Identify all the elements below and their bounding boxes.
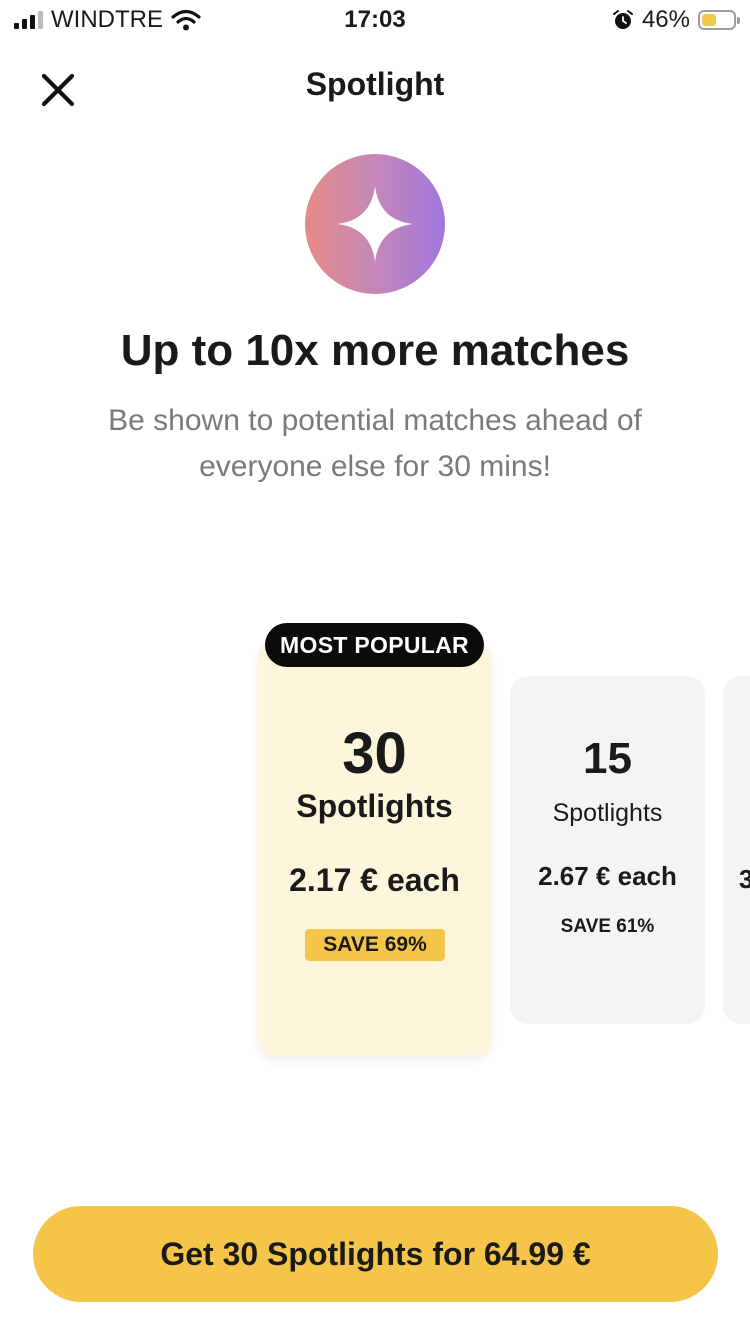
package-count: 15 <box>583 734 632 783</box>
page-title: Spotlight <box>305 66 445 102</box>
alarm-icon <box>612 10 633 29</box>
battery-icon <box>698 10 740 30</box>
sparkle-icon <box>337 186 413 262</box>
save-label: SAVE 61% <box>560 916 655 937</box>
package-price: 2.67 € each <box>538 861 677 891</box>
battery-fill <box>702 14 716 26</box>
package-price-fragment: 3 <box>739 864 750 894</box>
status-bar: WINDTRE 17:03 46% <box>0 0 750 40</box>
package-count: 30 <box>342 721 407 786</box>
purchase-button[interactable]: Get 30 Spotlights for 64.99 € <box>33 1206 718 1302</box>
package-card-15[interactable]: 15 Spotlights 2.67 € each SAVE 61% <box>510 676 705 1024</box>
package-unit: Spotlights <box>296 788 453 824</box>
package-price: 2.17 € each <box>289 862 460 898</box>
battery-percent: 46% <box>641 6 690 33</box>
package-unit: Spotlights <box>552 799 663 827</box>
package-card-partial[interactable]: 3 <box>723 676 750 1024</box>
headline: Up to 10x more matches <box>120 326 630 375</box>
subtitle: Be shown to potential matches ahead of e… <box>108 404 642 483</box>
save-badge: SAVE 69% <box>305 929 445 961</box>
status-right: 46% <box>612 6 740 34</box>
spotlight-icon-circle <box>305 154 445 294</box>
package-card-30[interactable]: 30 Spotlights 2.17 € each SAVE 69% <box>258 640 491 1056</box>
most-popular-badge: MOST POPULAR <box>265 623 484 667</box>
